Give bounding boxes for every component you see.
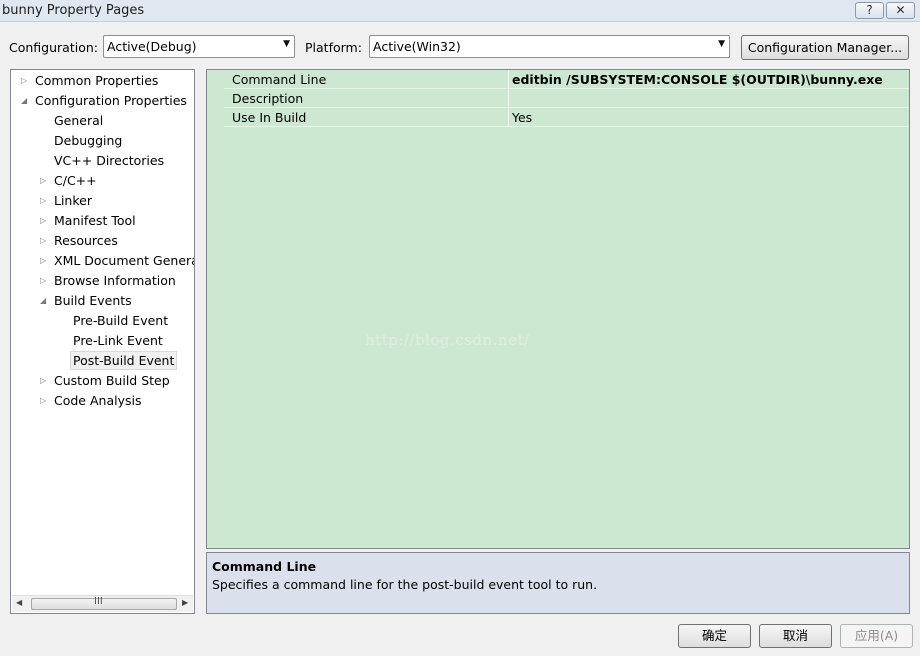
property-value[interactable]: Yes <box>512 110 532 125</box>
tree-item[interactable]: Resources <box>54 231 118 250</box>
tree-item[interactable]: Browse Information <box>54 271 176 290</box>
tree-item[interactable]: Linker <box>54 191 92 210</box>
cancel-button[interactable]: 取消 <box>759 624 832 648</box>
configuration-dropdown[interactable]: Active(Debug) ▼ <box>103 35 295 58</box>
column-separator <box>508 70 509 89</box>
scroll-left-icon[interactable]: ◀ <box>16 598 22 607</box>
tree-expander-icon[interactable]: ▷ <box>40 396 46 405</box>
ok-button[interactable]: 确定 <box>678 624 751 648</box>
configuration-value: Active(Debug) <box>107 39 197 54</box>
tree-expander-icon[interactable]: ▷ <box>40 376 46 385</box>
scroll-grip: III <box>94 596 103 607</box>
configuration-manager-button[interactable]: Configuration Manager... <box>741 35 909 60</box>
tree-expander-icon[interactable]: ◢ <box>21 96 27 105</box>
property-row[interactable]: Description <box>207 89 909 108</box>
help-button[interactable]: ? <box>855 2 884 19</box>
property-grid[interactable]: Command Line editbin /SUBSYSTEM:CONSOLE $… <box>206 69 910 549</box>
close-button[interactable]: ✕ <box>886 2 915 19</box>
tree-expander-icon[interactable]: ▷ <box>40 256 46 265</box>
tree-item[interactable]: Manifest Tool <box>54 211 136 230</box>
property-row[interactable]: Use In Build Yes <box>207 108 909 127</box>
platform-value: Active(Win32) <box>373 39 461 54</box>
watermark: http://blog.csdn.net/ <box>365 331 530 349</box>
property-name: Description <box>232 91 304 106</box>
row-gutter <box>207 70 224 89</box>
apply-button[interactable]: 应用(A) <box>840 624 913 648</box>
description-panel: Command Line Specifies a command line fo… <box>206 552 910 614</box>
tree-item[interactable]: XML Document Generat <box>54 251 194 270</box>
tree-expander-icon[interactable]: ◢ <box>40 296 46 305</box>
tree-item[interactable]: C/C++ <box>54 171 97 190</box>
tree-item[interactable]: Build Events <box>54 291 132 310</box>
platform-dropdown[interactable]: Active(Win32) ▼ <box>369 35 730 58</box>
chevron-down-icon: ▼ <box>283 39 290 49</box>
column-separator <box>508 108 509 127</box>
chevron-down-icon: ▼ <box>718 39 725 49</box>
column-separator <box>508 89 509 108</box>
property-name: Use In Build <box>232 110 307 125</box>
tree-item[interactable]: Debugging <box>54 131 122 150</box>
description-text: Specifies a command line for the post-bu… <box>212 577 598 592</box>
tree-expander-icon[interactable]: ▷ <box>40 276 46 285</box>
platform-label: Platform: <box>305 40 362 55</box>
tree-item[interactable]: Common Properties <box>35 71 158 90</box>
scroll-right-icon[interactable]: ▶ <box>182 598 188 607</box>
close-icon: ✕ <box>895 3 906 17</box>
row-gutter <box>207 108 224 127</box>
tree-item[interactable]: Pre-Link Event <box>73 331 163 350</box>
tree-item[interactable]: Post-Build Event <box>70 351 178 370</box>
tree-item[interactable]: Custom Build Step <box>54 371 170 390</box>
tree-expander-icon[interactable]: ▷ <box>21 76 27 85</box>
tree-item[interactable]: General <box>54 111 103 130</box>
tree-item[interactable]: VC++ Directories <box>54 151 164 170</box>
scroll-thumb[interactable]: III <box>31 596 177 610</box>
tree-item[interactable]: Pre-Build Event <box>73 311 168 330</box>
tree-expander-icon[interactable]: ▷ <box>40 196 46 205</box>
tree-item[interactable]: Code Analysis <box>54 391 141 410</box>
window-title: bunny Property Pages <box>2 3 145 18</box>
configuration-label: Configuration: <box>9 40 98 55</box>
tree-expander-icon[interactable]: ▷ <box>40 176 46 185</box>
tree-expander-icon[interactable]: ▷ <box>40 236 46 245</box>
help-icon: ? <box>866 3 873 17</box>
row-gutter <box>207 89 224 108</box>
tree-item[interactable]: Configuration Properties <box>35 91 187 110</box>
property-value[interactable]: editbin /SUBSYSTEM:CONSOLE $(OUTDIR)\bun… <box>512 72 883 87</box>
property-row[interactable]: Command Line editbin /SUBSYSTEM:CONSOLE $… <box>207 70 909 89</box>
title-bar: bunny Property Pages ? ✕ <box>0 0 920 22</box>
property-name: Command Line <box>232 72 327 87</box>
property-tree[interactable]: ▷ Common Properties ◢ Configuration Propert… <box>10 69 195 614</box>
tree-horizontal-scrollbar[interactable]: ◀ III ▶ <box>12 595 193 612</box>
description-title: Command Line <box>212 559 317 574</box>
tree-expander-icon[interactable]: ▷ <box>40 216 46 225</box>
